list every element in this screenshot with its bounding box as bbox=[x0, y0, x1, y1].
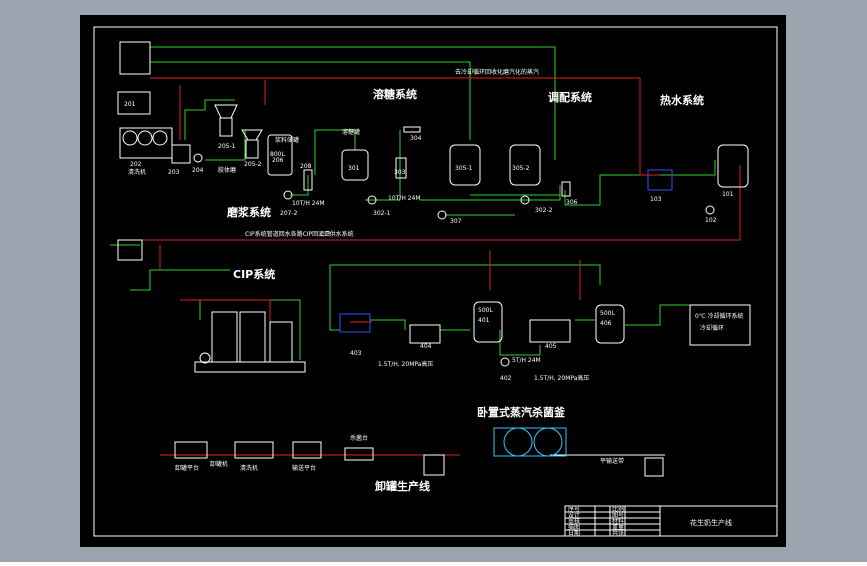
tag-201: 201 bbox=[124, 101, 136, 108]
label-can-line: 卸罐生产线 bbox=[375, 479, 430, 493]
cad-window: 磨浆系统 溶糖系统 调配系统 热水系统 CIP系统 卧置式蒸汽杀菌釜 卸罐生产线… bbox=[0, 0, 867, 562]
tag-305-2: 305-2 bbox=[512, 165, 530, 172]
tag-401: 401 bbox=[478, 317, 490, 324]
tag-301: 301 bbox=[348, 165, 360, 172]
tag-301-name: 溶糖罐 bbox=[342, 128, 360, 136]
pump-flow-c: 5T/H 24M bbox=[512, 357, 541, 364]
pump-flow-a: 10T/H 24M bbox=[292, 200, 325, 207]
note-cip-return: CIP系统管道回水各路CIP回流口 bbox=[245, 230, 330, 238]
tag-302-1: 302-1 bbox=[373, 210, 391, 217]
tag-206-name: 浆料储罐 bbox=[275, 136, 299, 144]
tag-205-name: 胶体磨 bbox=[218, 166, 236, 174]
tag-102: 102 bbox=[705, 217, 717, 224]
note-top: 去冷却循环回收化磨汽化的蒸汽 bbox=[455, 68, 539, 76]
tag-403: 403 bbox=[350, 350, 362, 357]
tag-303: 303 bbox=[394, 169, 406, 176]
cooling-box-label-2: 冷却循环 bbox=[700, 324, 724, 332]
note-cip-supply: CIP供水系统 bbox=[320, 230, 354, 238]
tag-304: 304 bbox=[410, 135, 422, 142]
tag-203: 203 bbox=[168, 169, 180, 176]
tag-202-name: 清洗机 bbox=[128, 168, 146, 176]
can-label-2: 卸罐机 bbox=[210, 460, 228, 468]
can-label-6: 平输送带 bbox=[600, 457, 624, 465]
tag-206-cap: 800L bbox=[270, 151, 285, 158]
tag-101: 101 bbox=[722, 191, 734, 198]
process-flow-drawing: 磨浆系统 溶糖系统 调配系统 热水系统 CIP系统 卧置式蒸汽杀菌釜 卸罐生产线… bbox=[0, 0, 867, 562]
tag-207-2: 207-2 bbox=[280, 210, 298, 217]
label-cip: CIP系统 bbox=[233, 267, 275, 281]
tag-406-cap: 500L bbox=[600, 310, 615, 317]
tag-205-1: 205-1 bbox=[218, 143, 236, 150]
tag-307: 307 bbox=[450, 218, 462, 225]
tag-204: 204 bbox=[192, 167, 204, 174]
tag-401-cap: 500L bbox=[478, 307, 493, 314]
tag-202: 202 bbox=[130, 161, 142, 168]
tag-305-1: 305-1 bbox=[455, 165, 473, 172]
svg-text:共张: 共张 bbox=[612, 529, 624, 537]
tag-208: 208 bbox=[300, 163, 312, 170]
label-grinding: 磨浆系统 bbox=[226, 205, 271, 219]
label-mixing: 溶糖系统 bbox=[373, 87, 417, 101]
tag-406: 406 bbox=[600, 320, 612, 327]
tag-103: 103 bbox=[650, 196, 662, 203]
svg-text:日期: 日期 bbox=[568, 529, 580, 537]
label-blending: 调配系统 bbox=[548, 90, 592, 104]
label-hot-water: 热水系统 bbox=[660, 93, 704, 107]
can-label-5: 杀菌台 bbox=[350, 434, 368, 442]
tag-404: 404 bbox=[420, 343, 432, 350]
cooling-box-label: 0℃ 冷却循环系统 bbox=[695, 312, 743, 320]
tag-405: 405 bbox=[545, 343, 557, 350]
can-label-4: 输送平台 bbox=[292, 464, 316, 472]
can-label-1: 卸罐平台 bbox=[175, 464, 199, 472]
can-label-3: 清洗机 bbox=[240, 464, 258, 472]
tag-402: 402 bbox=[500, 375, 512, 382]
tag-306: 306 bbox=[566, 199, 578, 206]
label-retort: 卧置式蒸汽杀菌釜 bbox=[477, 405, 566, 419]
tag-205-2: 205-2 bbox=[244, 161, 262, 168]
tag-206: 206 bbox=[272, 157, 284, 164]
flow-note-2: 1.5T/H, 20MPa高压 bbox=[534, 374, 589, 382]
drawing-title: 花生奶生产线 bbox=[690, 518, 732, 527]
tag-302-2: 302-2 bbox=[535, 207, 553, 214]
flow-note-1: 1.5T/H, 20MPa高压 bbox=[378, 360, 433, 368]
pump-flow-b: 10T/H 24M bbox=[388, 195, 421, 202]
